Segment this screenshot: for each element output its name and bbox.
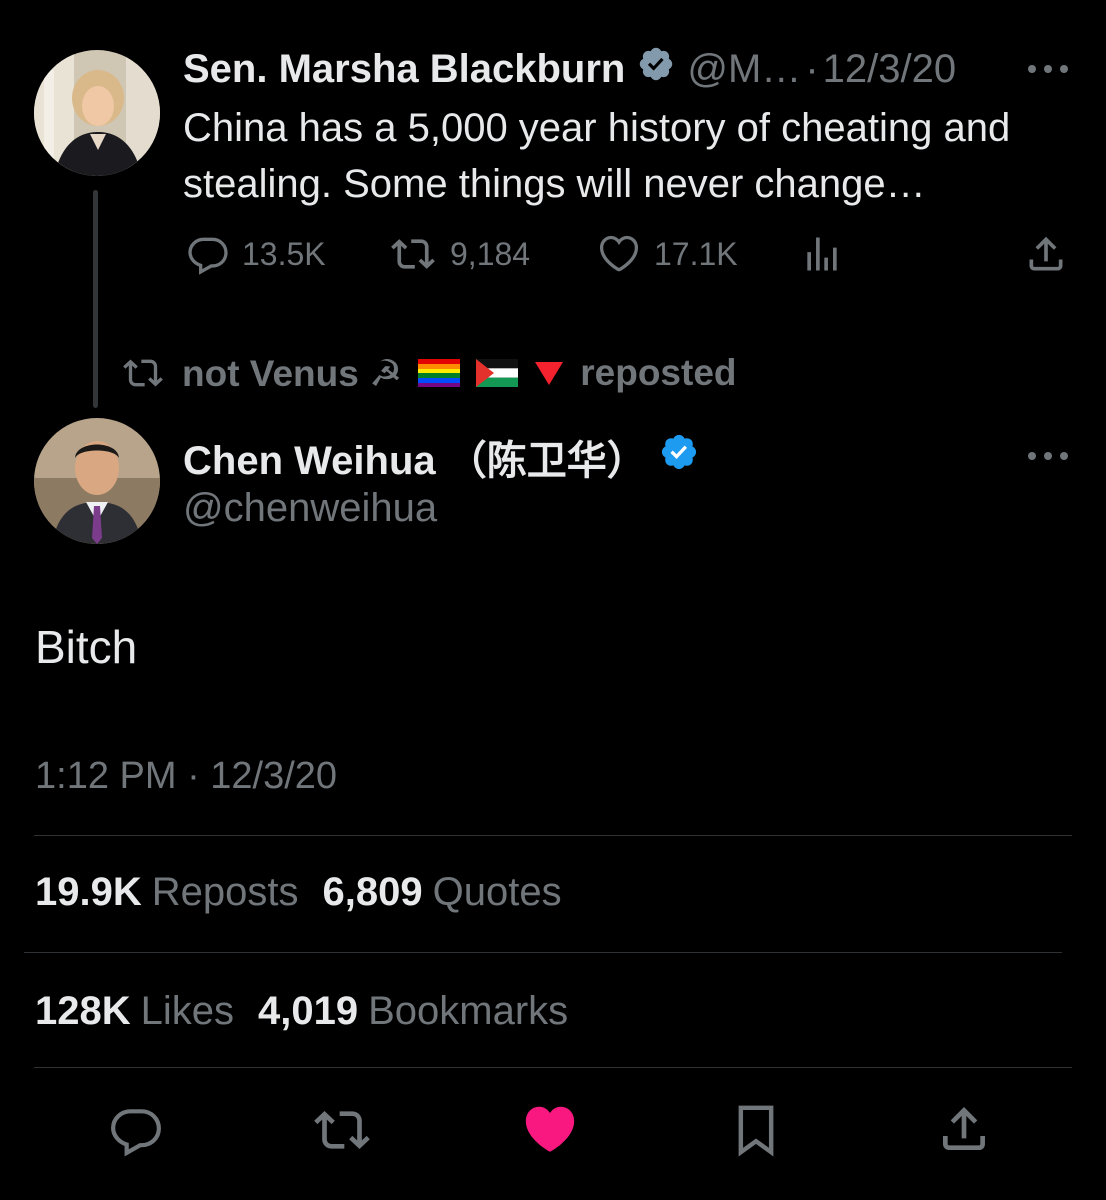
parent-handle[interactable]: @M…	[687, 47, 801, 92]
share-icon	[943, 1107, 985, 1150]
stats-row-likes-bookmarks: 128K Likes 4,019 Bookmarks	[35, 989, 568, 1034]
avatar-image	[34, 418, 160, 544]
like-button[interactable]	[520, 1100, 580, 1163]
likes-label: Likes	[140, 989, 235, 1033]
likes-count: 128K	[35, 989, 131, 1033]
main-timestamp[interactable]: 1:12 PM · 12/3/20	[35, 755, 337, 798]
like-count: 17.1K	[654, 235, 738, 272]
bookmark-icon	[738, 1105, 774, 1157]
like-button[interactable]: 17.1K	[596, 234, 738, 274]
repost-icon	[314, 1111, 370, 1149]
reposts-stat[interactable]: 19.9K Reposts	[35, 870, 299, 915]
reply-icon	[188, 237, 228, 275]
likes-stat[interactable]: 128K Likes	[35, 989, 234, 1034]
bookmarks-label: Bookmarks	[368, 989, 569, 1033]
avatar-marsha-blackburn[interactable]	[34, 50, 160, 176]
bookmarks-count: 4,019	[258, 989, 359, 1033]
reposter-name[interactable]: not Venus ☭	[182, 352, 402, 395]
bookmark-button[interactable]	[728, 1100, 784, 1165]
parent-more-icon[interactable]	[1028, 63, 1068, 75]
reposts-count: 19.9K	[35, 870, 142, 914]
reply-button[interactable]	[108, 1102, 164, 1163]
reply-count: 13.5K	[242, 235, 326, 272]
bookmarks-stat[interactable]: 4,019 Bookmarks	[258, 989, 568, 1034]
divider	[34, 835, 1072, 836]
main-handle[interactable]: @chenweihua	[183, 486, 437, 531]
divider	[34, 1067, 1072, 1068]
parent-header: Sen. Marsha Blackburn @M… · 12/3/20	[183, 42, 956, 96]
separator-dot: ·	[805, 46, 819, 91]
palestine-flag-icon	[476, 359, 519, 387]
verified-badge-icon[interactable]	[659, 432, 699, 482]
repost-button[interactable]	[310, 1102, 374, 1163]
reposted-label: reposted	[580, 352, 737, 393]
reposts-label: Reposts	[151, 870, 299, 914]
avatar-image	[34, 50, 160, 176]
repost-banner: not Venus ☭ reposted	[120, 350, 737, 396]
views-icon	[807, 237, 837, 271]
parent-author-name[interactable]: Sen. Marsha Blackburn	[183, 47, 625, 92]
avatar-chen-weihua[interactable]	[34, 418, 160, 544]
parent-tweet-text: China has a 5,000 year history of cheati…	[183, 106, 1011, 206]
reply-icon	[111, 1109, 161, 1157]
main-header: Chen Weihua （陈卫华）	[183, 430, 711, 484]
divider	[24, 952, 1062, 953]
repost-button[interactable]: 9,184	[388, 234, 530, 274]
quotes-stat[interactable]: 6,809 Quotes	[323, 870, 562, 915]
quotes-count: 6,809	[322, 870, 423, 914]
share-icon	[1029, 236, 1063, 271]
share-button[interactable]	[1024, 234, 1068, 274]
red-triangle-icon	[535, 362, 564, 385]
main-author-name[interactable]: Chen Weihua （陈卫华）	[183, 428, 647, 486]
repost-icon	[391, 239, 435, 269]
repost-icon	[123, 359, 163, 387]
parent-date[interactable]: 12/3/20	[823, 47, 956, 92]
gray-verified-badge-icon[interactable]	[637, 45, 675, 93]
stats-row-reposts-quotes: 19.9K Reposts 6,809 Quotes	[35, 870, 562, 915]
main-more-icon[interactable]	[1028, 450, 1068, 462]
heart-filled-icon	[525, 1106, 575, 1152]
reply-button[interactable]: 13.5K	[186, 234, 326, 275]
main-tweet-text: Bitch	[35, 621, 138, 673]
thread-line	[93, 190, 98, 408]
views-button[interactable]	[800, 234, 844, 274]
rainbow-flag-icon	[418, 359, 461, 387]
share-button[interactable]	[936, 1100, 992, 1163]
quotes-label: Quotes	[432, 870, 562, 914]
repost-count: 9,184	[450, 235, 531, 272]
heart-outline-icon	[599, 235, 639, 272]
